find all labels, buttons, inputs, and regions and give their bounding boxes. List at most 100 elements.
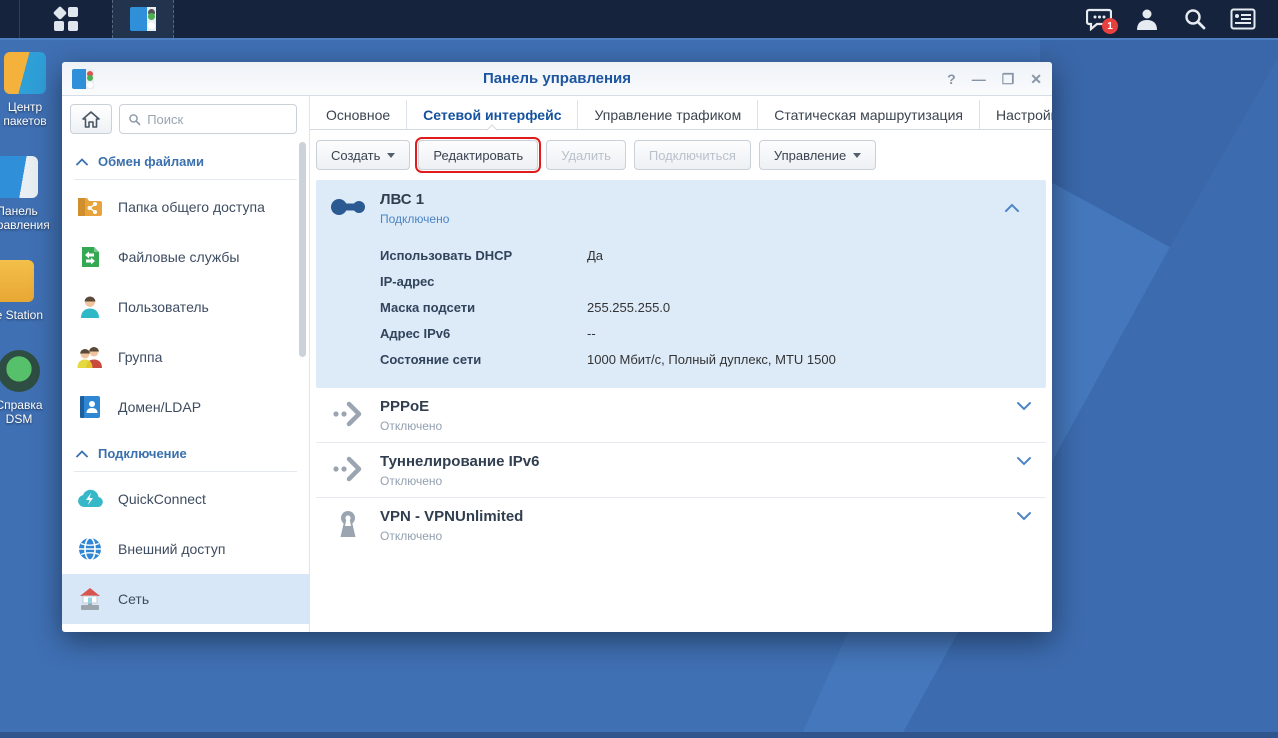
button-label: Удалить (561, 147, 611, 163)
tab-network-interface[interactable]: Сетевой интерфейс (406, 100, 577, 136)
detail-label: IP-адрес (380, 273, 435, 289)
sidebar-item-network[interactable]: Сеть (62, 574, 309, 624)
quickconnect-icon (76, 485, 104, 513)
sidebar-item-label: Группа (118, 349, 163, 365)
window-title: Панель управления (482, 70, 632, 87)
divider (74, 179, 297, 180)
user-icon (76, 293, 104, 321)
interface-pppoe-row[interactable]: PPPoE Отключено (316, 388, 1046, 443)
minimize-button[interactable]: — (972, 72, 986, 86)
domain-ldap-icon (76, 393, 104, 421)
desktop-icon-label: Панель управления (0, 204, 50, 232)
detail-value: 255.255.255.0 (587, 299, 671, 315)
file-services-icon (76, 243, 104, 271)
detail-row: Состояние сети 1000 Мбит/с, Полный дупле… (380, 346, 1034, 372)
user-options-button[interactable] (1130, 4, 1164, 34)
interface-vpn-row[interactable]: VPN - VPNUnlimited Отключено (316, 498, 1046, 552)
sidebar-item-shared-folder[interactable]: Папка общего доступа (62, 182, 309, 232)
home-button[interactable] (70, 104, 112, 134)
notifications-button[interactable]: 1 (1082, 4, 1118, 34)
edit-button[interactable]: Редактировать (415, 137, 542, 173)
show-desktop-button[interactable] (0, 0, 20, 38)
tab-settings[interactable]: Настройки (978, 100, 1052, 129)
connect-button[interactable]: Подключиться (633, 140, 751, 170)
help-button[interactable]: ? (947, 72, 956, 86)
search-button[interactable] (1178, 4, 1212, 34)
caret-down-icon (853, 152, 862, 158)
sidebar-item-label: Пользователь (118, 299, 209, 315)
sidebar-item-label: Сеть (118, 591, 150, 607)
sidebar-item-dhcp-server[interactable]: DHCP Server (62, 624, 309, 632)
caret-down-icon (387, 152, 396, 158)
tab-bar: Основное Сетевой интерфейс Управление тр… (310, 100, 1052, 136)
interface-lan-panel[interactable]: ЛВС 1 Подключено Использовать DHCP Да IP… (316, 180, 1046, 388)
expand-chevron-down-icon[interactable] (1016, 508, 1032, 526)
window-titlebar[interactable]: Панель управления ? — ❒ ✕ (62, 62, 1052, 96)
tab-static-route[interactable]: Статическая маршрутизация (757, 100, 979, 129)
interface-ipv6-tunnel-row[interactable]: Туннелирование IPv6 Отключено (316, 443, 1046, 498)
home-icon (82, 110, 100, 128)
desktop-icon-label: Справка DSM (0, 398, 43, 426)
window-app-icon (72, 68, 94, 89)
lan-connector-icon (328, 190, 368, 224)
taskbar: 1 (0, 0, 1278, 40)
detail-value: Да (587, 247, 604, 263)
detail-row: Использовать DHCP Да (380, 242, 1034, 268)
sidebar-item-external-access[interactable]: Внешний доступ (62, 524, 309, 574)
tab-label: Настройки (995, 106, 1052, 123)
search-icon (1185, 9, 1206, 30)
widgets-panel-icon (1230, 8, 1256, 30)
collapse-chevron-up-icon[interactable] (1004, 200, 1020, 218)
detail-label: Адрес IPv6 (380, 325, 451, 341)
search-input[interactable] (147, 111, 288, 127)
divider (74, 471, 297, 472)
sidebar-item-quickconnect[interactable]: QuickConnect (62, 474, 309, 524)
tab-general[interactable]: Основное (310, 100, 406, 129)
expand-chevron-down-icon[interactable] (1016, 453, 1032, 471)
sidebar-search-box[interactable] (119, 104, 297, 134)
toolbar: Создать Редактировать Удалить Подключить… (310, 130, 1052, 178)
sidebar-item-file-services[interactable]: Файловые службы (62, 232, 309, 282)
interface-title: VPN - VPNUnlimited (380, 508, 524, 525)
detail-value: -- (587, 325, 596, 341)
vpn-keyhole-icon (328, 507, 368, 541)
sidebar-item-label: Домен/LDAP (118, 399, 202, 415)
control-panel-window: Панель управления ? — ❒ ✕ Поиск Обмен фа… (62, 62, 1052, 632)
interface-status: Отключено (380, 474, 443, 488)
detail-value: 1000 Мбит/с, Полный дуплекс, MTU 1500 (587, 351, 836, 367)
close-button[interactable]: ✕ (1030, 72, 1042, 86)
manage-button[interactable]: Управление (758, 140, 877, 170)
main-menu-icon (52, 5, 78, 31)
widgets-button[interactable] (1226, 4, 1260, 34)
tab-traffic-control[interactable]: Управление трафиком (577, 100, 757, 129)
desktop-icon-label: Центр пакетов (3, 100, 47, 128)
create-button[interactable]: Создать (316, 140, 411, 170)
user-icon (1137, 9, 1157, 30)
main-menu-button[interactable] (20, 0, 112, 38)
interface-title: PPPoE (380, 398, 430, 415)
tab-label: Сетевой интерфейс (423, 106, 562, 123)
main-panel: Основное Сетевой интерфейс Управление тр… (310, 96, 1052, 632)
tab-label: Управление трафиком (594, 106, 742, 123)
detail-label: Маска подсети (380, 299, 476, 315)
button-label: Создать (331, 147, 381, 163)
sidebar-item-group[interactable]: Группа (62, 332, 309, 382)
pppoe-icon (328, 397, 368, 431)
detail-row: Адрес IPv6 -- (380, 320, 1034, 346)
taskbar-control-panel-button[interactable] (112, 0, 174, 38)
section-header-file-sharing[interactable]: Обмен файлами (62, 148, 309, 175)
ipv6-tunnel-icon (328, 452, 368, 486)
sidebar-item-user[interactable]: Пользователь (62, 282, 309, 332)
interface-status: Отключено (380, 419, 443, 433)
detail-row: IP-адрес (380, 268, 1034, 294)
expand-chevron-down-icon[interactable] (1016, 398, 1032, 416)
section-header-connectivity[interactable]: Подключение (62, 440, 309, 467)
group-icon (76, 343, 104, 371)
button-label: Редактировать (433, 147, 524, 163)
sidebar-item-domain-ldap[interactable]: Домен/LDAP (62, 382, 309, 432)
delete-button[interactable]: Удалить (546, 140, 626, 170)
maximize-button[interactable]: ❒ (1002, 72, 1015, 86)
sidebar-scrollbar[interactable] (299, 142, 306, 357)
chevron-up-icon (76, 157, 88, 165)
button-label: Управление (773, 147, 847, 163)
